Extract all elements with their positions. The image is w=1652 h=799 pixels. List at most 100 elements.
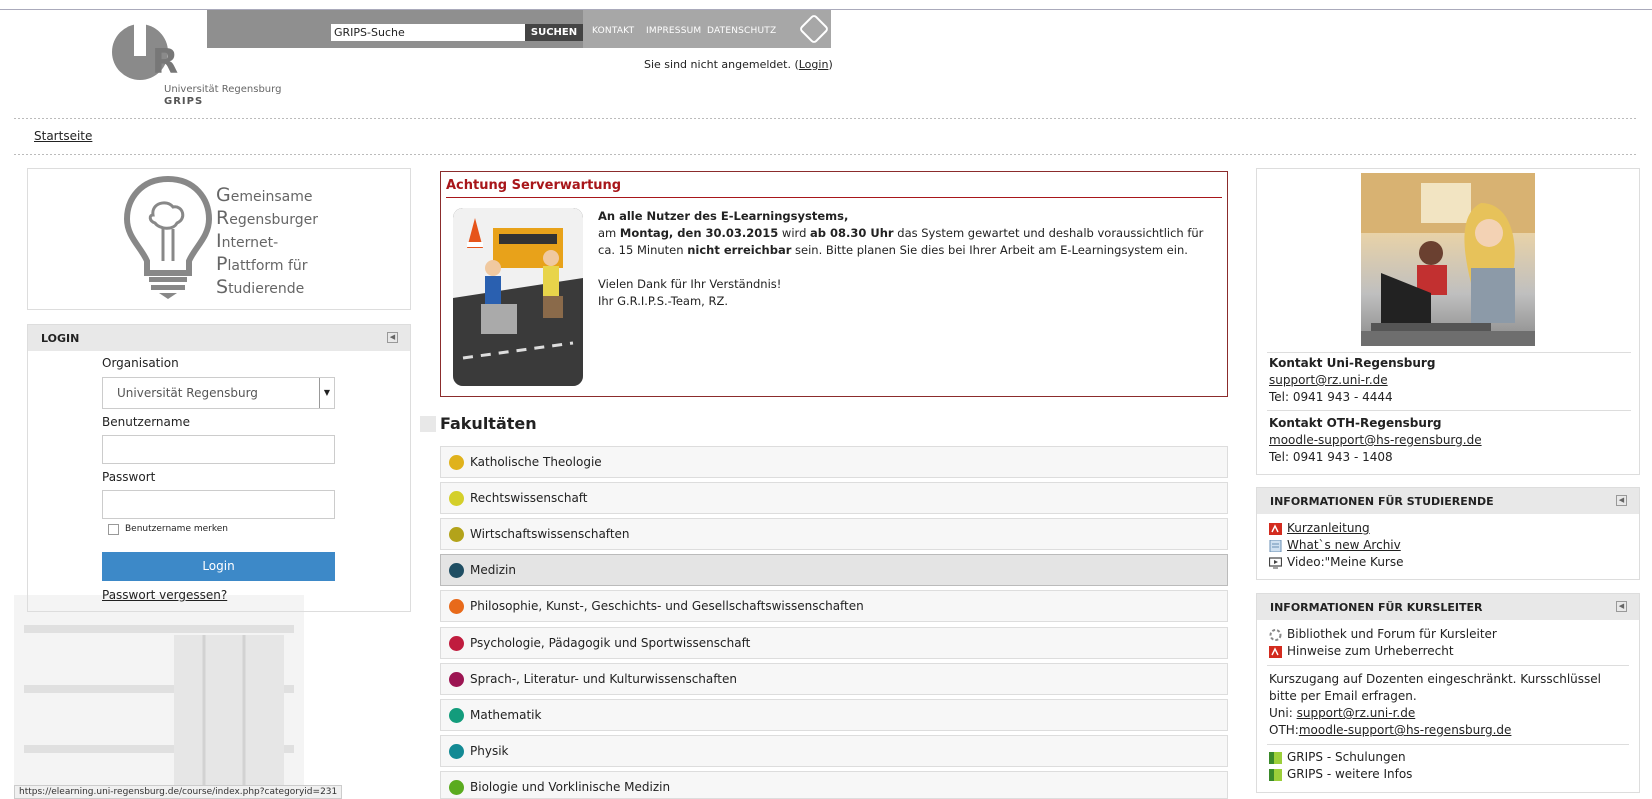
grips-logo-block: Gemeinsame Regensburger Internet- Plattf… xyxy=(27,168,411,310)
nav-impressum[interactable]: IMPRESSUM xyxy=(646,26,701,36)
grips-acronym-text: Gemeinsame Regensburger Internet- Plattf… xyxy=(216,185,318,300)
nav-kontakt[interactable]: KONTAKT xyxy=(592,26,634,36)
grips-rest: nternet- xyxy=(221,235,279,251)
faculty-dot-icon xyxy=(449,708,464,723)
course-access-oth-email-link[interactable]: moodle-support@hs-regensburg.de xyxy=(1299,723,1512,737)
lightbulb-icon xyxy=(123,175,213,299)
collapse-icon[interactable]: ◀ xyxy=(387,332,398,343)
faculty-dot-icon xyxy=(449,599,464,614)
grips-link-label: GRIPS - Schulungen xyxy=(1287,750,1406,764)
notice-spacer xyxy=(598,259,1223,276)
info-teachers-list: Bibliothek und Forum für Kursleiter Hinw… xyxy=(1257,620,1639,660)
login-status: Sie sind nicht angemeldet. (Login) xyxy=(644,58,833,71)
chevron-down-icon[interactable]: ▼ xyxy=(319,378,334,408)
nav-datenschutz[interactable]: DATENSCHUTZ xyxy=(707,26,776,36)
info-students-link[interactable]: What`s new Archiv xyxy=(1287,538,1401,552)
faculty-dot-icon xyxy=(449,672,464,687)
faculty-item[interactable]: Wirtschaftswissenschaften xyxy=(440,518,1228,550)
search-input[interactable] xyxy=(331,24,525,41)
forgot-password-link[interactable]: Passwort vergessen? xyxy=(102,588,227,602)
faculty-dot-icon xyxy=(449,527,464,542)
grips-initial: S xyxy=(216,276,229,298)
username-label: Benutzername xyxy=(102,415,190,429)
maintenance-notice: Achtung Serverwartung An alle Nutzer des… xyxy=(440,171,1228,397)
breadcrumb-home[interactable]: Startseite xyxy=(34,129,92,143)
faculty-item-hovered[interactable]: Medizin xyxy=(440,554,1228,586)
notice-paragraph: am Montag, den 30.03.2015 wird ab 08.30 … xyxy=(598,225,1223,259)
grips-link-label: GRIPS - weitere Infos xyxy=(1287,767,1413,781)
course-access-note: Kurszugang auf Dozenten eingeschränkt. K… xyxy=(1269,672,1601,703)
info-students-item[interactable]: What`s new Archiv xyxy=(1269,537,1639,554)
contact-oth-email-link[interactable]: moodle-support@hs-regensburg.de xyxy=(1269,433,1482,447)
course-access-oth-prefix: OTH: xyxy=(1269,723,1299,737)
login-block-header: LOGIN ◀ xyxy=(28,325,410,351)
login-status-suffix: ) xyxy=(828,58,833,71)
grips-link-item[interactable]: GRIPS - Schulungen xyxy=(1269,749,1639,766)
info-teachers-label: Bibliothek und Forum für Kursleiter xyxy=(1287,627,1497,641)
maintenance-image xyxy=(453,208,583,386)
collapse-icon[interactable]: ◀ xyxy=(1616,495,1627,506)
faculty-item[interactable]: Katholische Theologie xyxy=(440,446,1228,478)
grips-line: Regensburger xyxy=(216,208,318,231)
grips-line: Studierende xyxy=(216,277,318,300)
info-teachers-item[interactable]: Bibliothek und Forum für Kursleiter xyxy=(1269,626,1639,643)
info-divider xyxy=(1267,665,1629,666)
remember-username-checkbox[interactable] xyxy=(108,524,119,535)
contact-uni-title: Kontakt Uni-Regensburg xyxy=(1269,356,1436,370)
breadcrumb-divider xyxy=(14,154,1638,155)
info-divider xyxy=(1267,744,1629,745)
collapse-icon[interactable]: ◀ xyxy=(1616,601,1627,612)
password-label: Passwort xyxy=(102,470,156,484)
notice-p1-g: sein. Bitte planen Sie dies bei Ihrer Ar… xyxy=(791,243,1188,257)
info-students-item[interactable]: Kurzanleitung xyxy=(1269,520,1639,537)
search-button[interactable]: SUCHEN xyxy=(525,24,583,41)
grips-initial: R xyxy=(216,207,230,229)
notice-heading: An alle Nutzer des E-Learningsystems, xyxy=(598,209,849,223)
grips-rest: tudierende xyxy=(228,281,305,297)
login-link[interactable]: Login xyxy=(799,58,829,71)
course-access-uni-prefix: Uni: xyxy=(1269,706,1297,720)
faculty-dot-icon xyxy=(449,563,464,578)
grips-rest: egensburger xyxy=(229,212,319,228)
pdf-icon xyxy=(1269,646,1282,658)
organisation-select[interactable]: Universität Regensburg ▼ xyxy=(102,377,335,409)
course-access-oth: OTH:moodle-support@hs-regensburg.de xyxy=(1269,722,1631,739)
info-teachers-block: INFORMATIONEN FÜR KURSLEITER ◀ Bibliothe… xyxy=(1256,593,1640,793)
header-divider xyxy=(14,118,1638,119)
contact-uni-phone: Tel: 0941 943 - 4444 xyxy=(1269,390,1393,404)
info-students-title: INFORMATIONEN FÜR STUDIERENDE xyxy=(1270,495,1494,508)
remember-username-label: Benutzername merken xyxy=(125,524,228,534)
faculty-label: Physik xyxy=(470,744,509,758)
notice-unavailable: nicht erreichbar xyxy=(687,243,792,257)
faculty-item[interactable]: Philosophie, Kunst-, Geschichts- und Ges… xyxy=(440,590,1228,622)
grips-link-item[interactable]: GRIPS - weitere Infos xyxy=(1269,766,1639,783)
contact-uni: Kontakt Uni-Regensburg support@rz.uni-r.… xyxy=(1269,355,1435,406)
faculty-item[interactable]: Physik xyxy=(440,735,1228,767)
faculties-title: Fakultäten xyxy=(420,414,537,433)
faculty-item[interactable]: Sprach-, Literatur- und Kulturwissenscha… xyxy=(440,663,1228,695)
username-input[interactable] xyxy=(102,435,335,464)
info-students-link[interactable]: Kurzanleitung xyxy=(1287,521,1370,535)
book-icon xyxy=(1269,769,1282,781)
course-access-uni: Uni: support@rz.uni-r.de xyxy=(1269,705,1631,722)
info-students-list: Kurzanleitung What`s new Archiv Video:"M… xyxy=(1257,514,1639,571)
faculty-label: Mathematik xyxy=(470,708,542,722)
login-button[interactable]: Login xyxy=(102,552,335,581)
course-access-uni-email-link[interactable]: support@rz.uni-r.de xyxy=(1297,706,1416,720)
faculty-item[interactable]: Psychologie, Pädagogik und Sportwissensc… xyxy=(440,627,1228,659)
faculty-dot-icon xyxy=(449,744,464,759)
faculty-item[interactable]: Rechtswissenschaft xyxy=(440,482,1228,514)
faculty-dot-icon xyxy=(449,636,464,651)
course-access-text: Kurszugang auf Dozenten eingeschränkt. K… xyxy=(1257,671,1639,739)
organisation-select-value: Universität Regensburg xyxy=(117,386,258,400)
contact-block: Kontakt Uni-Regensburg support@rz.uni-r.… xyxy=(1256,168,1640,475)
faculty-dot-icon xyxy=(449,491,464,506)
faculty-item[interactable]: Biologie und Vorklinische Medizin xyxy=(440,771,1228,799)
faculty-item[interactable]: Mathematik xyxy=(440,699,1228,731)
contact-uni-email-link[interactable]: support@rz.uni-r.de xyxy=(1269,373,1388,387)
contact-oth: Kontakt OTH-Regensburg moodle-support@hs… xyxy=(1269,415,1482,466)
notice-thanks: Vielen Dank für Ihr Verständnis! xyxy=(598,277,782,291)
info-students-item[interactable]: Video:"Meine Kurse xyxy=(1269,554,1639,571)
info-teachers-item[interactable]: Hinweise zum Urheberrecht xyxy=(1269,643,1639,660)
password-input[interactable] xyxy=(102,490,335,519)
